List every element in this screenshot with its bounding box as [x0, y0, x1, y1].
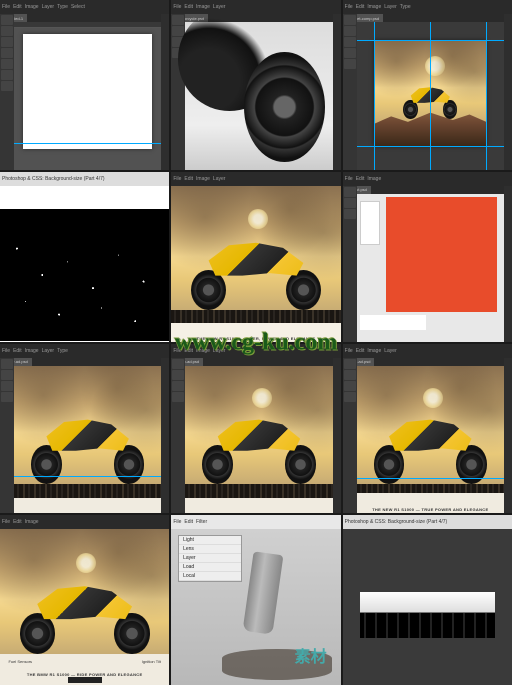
rendered-tool-object: [242, 551, 283, 634]
canvas[interactable]: Light Lens Layer Load Local 素材: [171, 529, 340, 685]
canvas[interactable]: [14, 22, 161, 170]
app-menubar: FileEditImageLayer: [171, 172, 340, 186]
eraser-tool-icon[interactable]: [1, 70, 13, 80]
right-panels[interactable]: [504, 14, 512, 170]
thumbnail-2[interactable]: FileEditImageLayer motorcycle.psd: [171, 0, 340, 170]
menu-item[interactable]: Light: [179, 536, 241, 545]
thumbnail-grid: FileEditImageLayerTypeSelect Untitled-1 …: [0, 0, 512, 685]
motorcycle: [17, 576, 152, 654]
thumbnail-7[interactable]: FileEditImageLayerType bmw-ad.psd: [0, 344, 169, 514]
tab-bar: Untitled-1: [0, 14, 169, 22]
motorcycle: [371, 410, 489, 484]
app-menubar: FileEditImageLayerTypeSelect: [0, 0, 169, 14]
crop-tool-icon[interactable]: [1, 48, 13, 58]
canvas[interactable]: THE NEW R1 S1000 — TRUE POWER AND ELEGAN…: [357, 366, 504, 514]
tools-panel[interactable]: [343, 186, 357, 342]
marquee-tool-icon[interactable]: [1, 26, 13, 36]
thumbnail-1[interactable]: FileEditImageLayerTypeSelect Untitled-1: [0, 0, 169, 170]
motorcycle: [200, 410, 318, 484]
tools-panel[interactable]: [0, 358, 14, 514]
app-menubar: FileEditImageLayerType: [0, 344, 169, 358]
app-menubar: FileEditImageLayer: [343, 344, 512, 358]
ad-caption: THE BMW R1 S1000 — OVER, POWER AND ELEGA…: [171, 336, 340, 341]
tutorial-title: Photoshop & CSS: Background-size (Part 4…: [345, 519, 448, 525]
panorama-image[interactable]: [360, 592, 495, 639]
tab-bar: bmw-ad.psd: [171, 358, 340, 366]
brush-tool-icon[interactable]: [1, 59, 13, 69]
tools-panel[interactable]: [343, 14, 357, 170]
menu-item[interactable]: Lens: [179, 545, 241, 554]
thumbnail-3[interactable]: FileEditImageLayerType sunset-comp.psd: [343, 0, 512, 170]
canvas[interactable]: [0, 186, 169, 342]
menu-item[interactable]: Local: [179, 572, 241, 581]
tab-bar: bmw-ad.psd: [343, 358, 512, 366]
thumbnail-panel[interactable]: [360, 201, 381, 245]
canvas[interactable]: [357, 22, 504, 170]
label-right: Ignition Tilt: [142, 659, 161, 664]
thumbnail-11[interactable]: FileEditFilter Light Lens Layer Load Loc…: [171, 515, 340, 685]
thumbnail-12[interactable]: Photoshop & CSS: Background-size (Part 4…: [343, 515, 512, 685]
tab-bar: layout.psd: [343, 186, 512, 194]
tools-panel[interactable]: [0, 14, 14, 170]
ruler-horizontal: [14, 22, 161, 28]
city-night-image: [0, 209, 169, 341]
canvas[interactable]: [185, 22, 332, 170]
lasso-tool-icon[interactable]: [1, 37, 13, 47]
label-left: Fuel Sensors: [8, 659, 32, 664]
right-panels[interactable]: [333, 14, 341, 170]
right-panels[interactable]: [333, 358, 341, 514]
right-panels[interactable]: [504, 358, 512, 514]
orange-shape[interactable]: [386, 197, 496, 312]
tools-panel[interactable]: [343, 358, 357, 514]
tab-bar: bmw-ad.psd: [0, 358, 169, 366]
app-menubar: Photoshop & CSS: Background-size (Part 4…: [343, 515, 512, 529]
canvas[interactable]: Fuel Sensors Ignition Tilt THE BMW R1 S1…: [0, 529, 169, 685]
cta-button[interactable]: [68, 677, 102, 683]
app-menubar: FileEditImage: [0, 515, 169, 529]
ad-footer: THE BMW R1 S1000 — OVER, POWER AND ELEGA…: [171, 323, 340, 342]
canvas[interactable]: [14, 366, 161, 514]
artboard[interactable]: [23, 34, 153, 149]
type-tool-icon[interactable]: [1, 81, 13, 91]
motorcycle: [188, 232, 323, 310]
thumbnail-9[interactable]: FileEditImageLayer bmw-ad.psd THE NEW R1…: [343, 344, 512, 514]
motorcycle-wheel: [244, 52, 325, 163]
city-panorama: [360, 592, 495, 639]
watermark-logo: 素材: [291, 635, 331, 675]
app-menubar: Photoshop & CSS: Background-size (Part 4…: [0, 172, 169, 186]
right-panels[interactable]: [161, 14, 169, 170]
tutorial-title: Photoshop & CSS: Background-size (Part 4…: [2, 176, 105, 182]
tab-bar: sunset-comp.psd: [343, 14, 512, 22]
canvas[interactable]: [185, 366, 332, 514]
thumbnail-6[interactable]: FileEditImage layout.psd: [343, 172, 512, 342]
thumbnail-4[interactable]: Photoshop & CSS: Background-size (Part 4…: [0, 172, 169, 342]
right-panels[interactable]: [504, 186, 512, 342]
motorcycle: [29, 410, 147, 484]
menu-item[interactable]: Layer: [179, 554, 241, 563]
app-menubar: FileEditFilter: [171, 515, 340, 529]
app-menubar: FileEditImageLayer: [171, 344, 340, 358]
right-panels[interactable]: [161, 358, 169, 514]
thumbnail-5[interactable]: FileEditImageLayer THE BMW R1 S1000 — OV…: [171, 172, 340, 342]
info-text: [360, 315, 426, 330]
canvas[interactable]: [357, 194, 504, 342]
menu-item[interactable]: Load: [179, 563, 241, 572]
dropdown-menu[interactable]: Light Lens Layer Load Local: [178, 535, 242, 582]
app-menubar: FileEditImageLayerType: [343, 0, 512, 14]
ad-caption: THE NEW R1 S1000 — TRUE POWER AND ELEGAN…: [357, 507, 504, 512]
tools-panel[interactable]: [171, 358, 185, 514]
app-menubar: FileEditImage: [343, 172, 512, 186]
thumbnail-8[interactable]: FileEditImageLayer bmw-ad.psd: [171, 344, 340, 514]
move-tool-icon[interactable]: [1, 15, 13, 25]
canvas[interactable]: THE BMW R1 S1000 — OVER, POWER AND ELEGA…: [171, 186, 340, 342]
thumbnail-10[interactable]: FileEditImage Fuel Sensors Ignition Tilt…: [0, 515, 169, 685]
canvas[interactable]: [343, 529, 512, 685]
app-menubar: FileEditImageLayer: [171, 0, 340, 14]
